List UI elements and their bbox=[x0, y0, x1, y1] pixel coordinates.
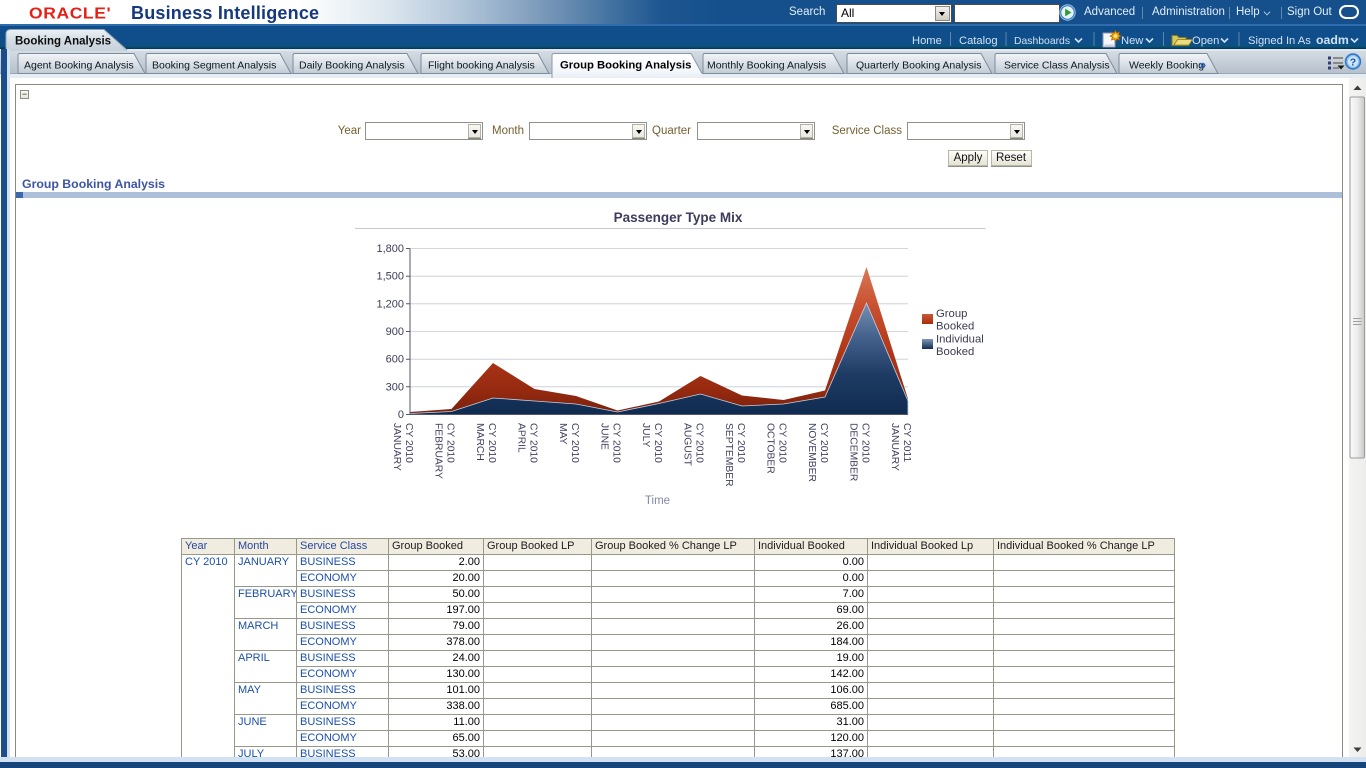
svg-text:CY 2010SEPTEMBER: CY 2010SEPTEMBER bbox=[723, 423, 746, 487]
svg-text:Dashboards: Dashboards bbox=[1014, 36, 1070, 47]
svg-text:Booked: Booked bbox=[936, 321, 974, 333]
svg-text:Group Booking Analysis: Group Booking Analysis bbox=[560, 60, 691, 72]
svg-text:CY 2010JUNE: CY 2010JUNE bbox=[599, 423, 622, 463]
svg-text:Individual: Individual bbox=[936, 334, 984, 346]
svg-text:1,200: 1,200 bbox=[376, 298, 404, 310]
svg-text:»: » bbox=[1199, 57, 1206, 72]
svg-text:Agent Booking Analysis: Agent Booking Analysis bbox=[24, 60, 134, 72]
svg-text:Flight booking Analysis: Flight booking Analysis bbox=[428, 60, 535, 72]
svg-text:600: 600 bbox=[386, 354, 404, 366]
svg-text:1,500: 1,500 bbox=[376, 271, 404, 283]
svg-text:Signed In As: Signed In As bbox=[1248, 35, 1311, 47]
svg-text:900: 900 bbox=[386, 326, 404, 338]
svg-text:New: New bbox=[1121, 35, 1144, 47]
svg-text:Service Class Analysis: Service Class Analysis bbox=[1004, 60, 1110, 72]
svg-text:CY 2010FEBRUARY: CY 2010FEBRUARY bbox=[433, 423, 456, 479]
svg-text:CY 2010MARCH: CY 2010MARCH bbox=[474, 423, 497, 463]
svg-text:Daily Booking Analysis: Daily Booking Analysis bbox=[299, 60, 405, 72]
svg-text:Booking Segment Analysis: Booking Segment Analysis bbox=[152, 60, 276, 72]
svg-text:Booked: Booked bbox=[936, 346, 974, 358]
svg-text:Catalog: Catalog bbox=[959, 35, 998, 47]
svg-text:CY 2010OCTOBER: CY 2010OCTOBER bbox=[765, 423, 788, 474]
svg-text:CY 2010NOVEMBER: CY 2010NOVEMBER bbox=[806, 423, 829, 482]
svg-text:Quarterly Booking Analysis: Quarterly Booking Analysis bbox=[856, 60, 981, 72]
svg-text:CY 2011JANUARY: CY 2011JANUARY bbox=[889, 423, 912, 471]
svg-text:Weekly Booking: Weekly Booking bbox=[1129, 60, 1204, 72]
svg-text:Booking Analysis: Booking Analysis bbox=[15, 36, 111, 48]
svg-text:CY 2010JULY: CY 2010JULY bbox=[640, 423, 663, 463]
svg-text:?: ? bbox=[1350, 57, 1356, 69]
svg-text:CY 2010JANUARY: CY 2010JANUARY bbox=[391, 423, 414, 471]
svg-text:CY 2010MAY: CY 2010MAY bbox=[557, 423, 580, 463]
svg-text:Time: Time bbox=[645, 495, 670, 507]
svg-text:Group: Group bbox=[936, 308, 967, 320]
svg-text:CY 2010DECEMBER: CY 2010DECEMBER bbox=[848, 423, 871, 481]
svg-text:oadm: oadm bbox=[1316, 33, 1349, 47]
svg-text:300: 300 bbox=[386, 381, 404, 393]
svg-text:1,800: 1,800 bbox=[376, 243, 404, 255]
svg-text:Home: Home bbox=[912, 35, 942, 47]
svg-text:CY 2010AUGUST: CY 2010AUGUST bbox=[682, 423, 705, 467]
svg-text:Monthly Booking Analysis: Monthly Booking Analysis bbox=[707, 60, 826, 72]
svg-text:0: 0 bbox=[398, 409, 404, 421]
svg-text:CY 2010APRIL: CY 2010APRIL bbox=[516, 423, 539, 463]
svg-text:Passenger Type Mix: Passenger Type Mix bbox=[614, 210, 743, 225]
svg-text:Open: Open bbox=[1192, 35, 1219, 47]
